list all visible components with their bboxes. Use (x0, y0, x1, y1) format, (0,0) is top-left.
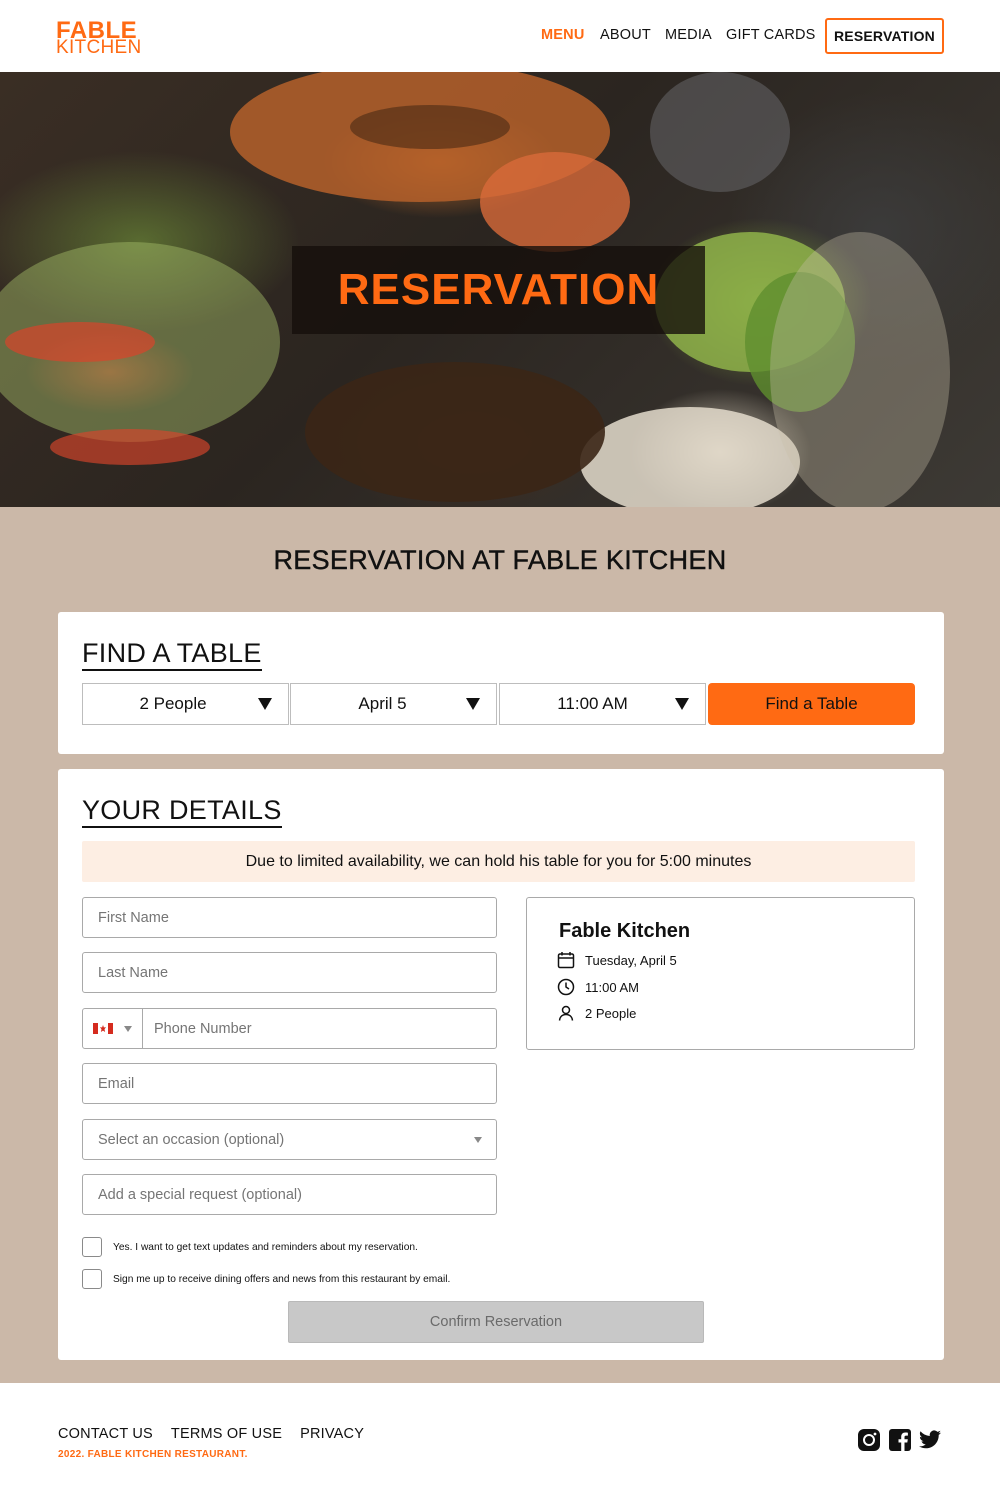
find-table-button[interactable]: Find a Table (708, 683, 915, 725)
chevron-down-icon (124, 1026, 132, 1032)
reservation-button[interactable]: RESERVATION (825, 18, 944, 54)
footer-links: CONTACT US TERMS OF USE PRIVACY (58, 1426, 364, 1442)
summary-restaurant-name: Fable Kitchen (559, 920, 691, 942)
page-title: RESERVATION AT FABLE KITCHEN (273, 545, 727, 575)
your-details-heading: YOUR DETAILS (82, 795, 282, 828)
confirm-reservation-button[interactable]: Confirm Reservation (288, 1301, 704, 1343)
date-value: April 5 (358, 694, 407, 713)
chevron-down-icon (466, 698, 480, 710)
reservation-summary: Fable Kitchen Tuesday, April 5 11:00 AM (526, 897, 915, 1050)
party-size-value: 2 People (139, 694, 207, 713)
phone-number-field[interactable]: Phone Number (82, 1008, 497, 1049)
footer-link-privacy[interactable]: PRIVACY (300, 1426, 364, 1442)
chevron-down-icon (675, 698, 689, 710)
hero-title-box: RESERVATION (292, 246, 705, 334)
hero-title: RESERVATION (337, 265, 660, 314)
country-code-select[interactable] (83, 1009, 143, 1048)
hold-time-notice: Due to limited availability, we can hold… (82, 841, 915, 882)
summary-time: 11:00 AM (585, 979, 639, 995)
time-select[interactable]: 11:00 AM (499, 683, 706, 725)
last-name-placeholder: Last Name (98, 965, 169, 981)
your-details-card: YOUR DETAILS Due to limited availability… (58, 769, 944, 1360)
nav-item-gift-cards[interactable]: GIFT CARDS (726, 27, 816, 43)
special-request-placeholder: Add a special request (optional) (98, 1187, 302, 1203)
footer-link-terms-of-use[interactable]: TERMS OF USE (171, 1426, 282, 1442)
email-placeholder: Email (98, 1076, 135, 1092)
summary-party-row: 2 People (557, 1004, 636, 1022)
special-request-field[interactable]: Add a special request (optional) (82, 1174, 497, 1215)
email-offers-option: Sign me up to receive dining offers and … (82, 1269, 450, 1289)
chevron-down-icon (258, 698, 272, 710)
phone-number-placeholder: Phone Number (154, 1021, 252, 1037)
summary-date: Tuesday, April 5 (585, 952, 677, 968)
last-name-field[interactable]: Last Name (82, 952, 497, 993)
clock-icon (557, 978, 575, 996)
date-select[interactable]: April 5 (290, 683, 497, 725)
summary-date-row: Tuesday, April 5 (557, 951, 677, 969)
first-name-placeholder: First Name (98, 910, 169, 926)
occasion-placeholder: Select an occasion (optional) (98, 1132, 285, 1148)
site-header: FABLE KITCHEN MENU ABOUT MEDIA GIFT CARD… (0, 0, 1000, 72)
email-field[interactable]: Email (82, 1063, 497, 1104)
text-updates-label: Yes. I want to get text updates and remi… (113, 1241, 418, 1253)
party-size-select[interactable]: 2 People (82, 683, 289, 725)
person-icon (558, 1005, 574, 1021)
summary-time-row: 11:00 AM (557, 978, 639, 996)
footer-link-contact-us[interactable]: CONTACT US (58, 1426, 153, 1442)
text-updates-checkbox[interactable] (82, 1237, 102, 1257)
twitter-icon[interactable] (918, 1428, 942, 1452)
text-updates-option: Yes. I want to get text updates and remi… (82, 1237, 418, 1257)
canada-flag-icon (93, 1023, 113, 1034)
site-footer: CONTACT US TERMS OF USE PRIVACY 2022. FA… (0, 1383, 1000, 1498)
calendar-icon (557, 952, 575, 969)
occasion-select[interactable]: Select an occasion (optional) (82, 1119, 497, 1160)
find-table-card: FIND A TABLE 2 People April 5 11:00 AM F… (58, 612, 944, 754)
nav-item-about[interactable]: ABOUT (600, 27, 651, 43)
chevron-down-icon (474, 1137, 482, 1143)
time-value: 11:00 AM (557, 694, 628, 713)
copyright-text: 2022. FABLE KITCHEN RESTAURANT. (58, 1449, 248, 1460)
summary-party: 2 People (585, 1005, 637, 1021)
nav-item-media[interactable]: MEDIA (665, 27, 712, 43)
hero-image: RESERVATION (0, 72, 1000, 507)
email-offers-checkbox[interactable] (82, 1269, 102, 1289)
first-name-field[interactable]: First Name (82, 897, 497, 938)
email-offers-label: Sign me up to receive dining offers and … (113, 1273, 451, 1285)
nav-item-menu[interactable]: MENU (541, 27, 585, 43)
reservation-section: RESERVATION AT FABLE KITCHEN FIND A TABL… (0, 507, 1000, 1383)
instagram-icon[interactable] (857, 1428, 881, 1452)
facebook-icon[interactable] (888, 1428, 912, 1452)
find-table-heading: FIND A TABLE (82, 638, 262, 671)
